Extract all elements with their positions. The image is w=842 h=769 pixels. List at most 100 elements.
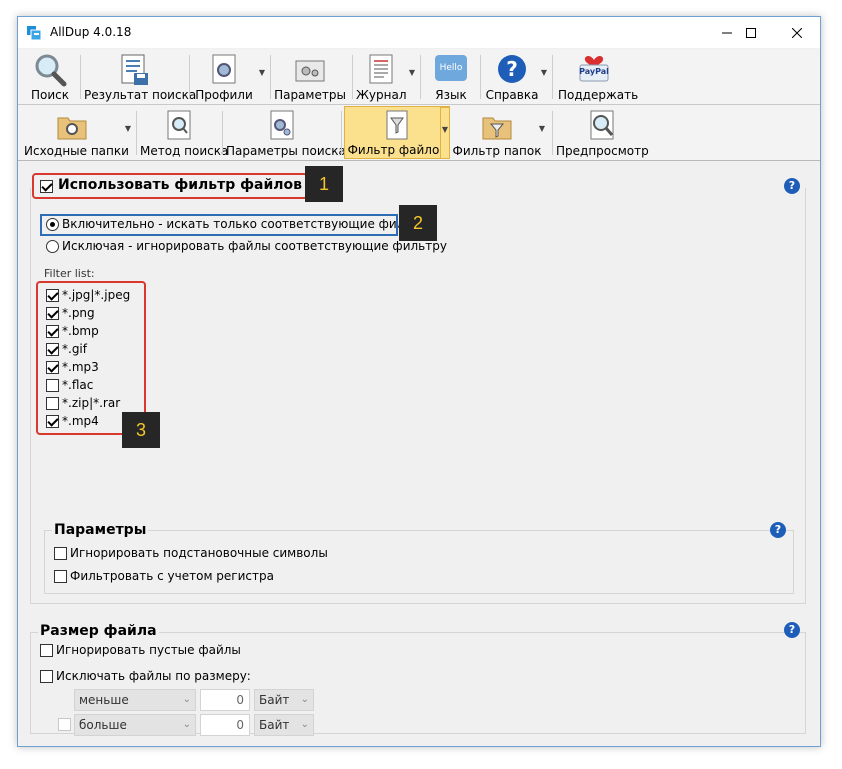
source-folders-dropdown-arrow-icon[interactable]: ▼: [124, 125, 132, 133]
hello-bubble-icon: Hello: [435, 55, 467, 81]
profiles-label: Профили: [195, 88, 253, 102]
params-group: [44, 530, 794, 594]
support-button[interactable]: PayPal Поддержать: [558, 51, 639, 103]
size-unit-value: Байт: [259, 693, 290, 707]
size-operator-value: больше: [79, 718, 127, 732]
search-params-label: Параметры поиска: [226, 144, 346, 158]
preview-magnifier-icon: [590, 110, 614, 140]
source-folders-button[interactable]: Исходные папки: [24, 107, 129, 159]
size-operator-value: меньше: [79, 693, 129, 707]
help-dropdown-arrow-icon[interactable]: ▼: [540, 69, 548, 77]
size-value-input-1[interactable]: 0: [200, 689, 250, 711]
ignore-empty-label: Игнорировать пустые файлы: [56, 643, 241, 657]
exclusive-radio[interactable]: [46, 240, 59, 253]
help-question-icon: ?: [498, 55, 526, 83]
case-sensitive-checkbox[interactable]: [54, 570, 67, 583]
close-icon: [792, 27, 802, 38]
search-method-button[interactable]: Метод поиска: [140, 107, 229, 159]
size-row2-checkbox[interactable]: [58, 718, 71, 731]
maximize-button[interactable]: [728, 17, 774, 48]
profiles-button[interactable]: Профили: [194, 51, 254, 103]
toolbar-separator: [222, 111, 223, 155]
toolbar-separator: [136, 111, 137, 155]
size-unit-select-2[interactable]: Байт ⌄: [254, 714, 314, 736]
ignore-wildcards-checkbox[interactable]: [54, 547, 67, 560]
preview-button[interactable]: Предпросмотр: [556, 107, 649, 159]
language-button[interactable]: Hello Язык: [426, 51, 476, 103]
toolbar-separator: [480, 55, 481, 99]
title-bar: AllDup 4.0.18: [18, 17, 820, 48]
settings-label: Параметры: [274, 88, 346, 102]
main-toolbar: Поиск Результат поиска Профили ▼ Парамет…: [18, 49, 820, 105]
document-save-icon: [121, 54, 148, 85]
exclude-by-size-checkbox[interactable]: [40, 670, 53, 683]
search-method-label: Метод поиска: [140, 144, 229, 158]
search-button[interactable]: Поиск: [26, 51, 74, 103]
settings-button[interactable]: Параметры: [274, 51, 346, 103]
folder-filter-button[interactable]: Фильтр папок: [452, 107, 542, 159]
folder-funnel-icon: [482, 117, 512, 140]
annotation-badge-3: 3: [122, 412, 160, 448]
ignore-empty-checkbox[interactable]: [40, 644, 53, 657]
window-title: AllDup 4.0.18: [50, 25, 132, 39]
results-label: Результат поиска: [84, 88, 197, 102]
exclude-by-size-label: Исключать файлы по размеру:: [56, 669, 251, 683]
help-button[interactable]: ? Справка: [484, 51, 540, 103]
file-filter-panel: Использовать фильтр файлов 1 ? Включител…: [18, 162, 820, 746]
help-question-icon[interactable]: ?: [784, 622, 800, 638]
page-gears-icon: [270, 110, 294, 140]
svg-text:?: ?: [506, 57, 518, 81]
exclusive-label: Исключая - игнорировать файлы соответств…: [62, 239, 447, 253]
chevron-down-icon: ⌄: [300, 694, 309, 705]
file-filter-dropdown-arrow-icon[interactable]: ▼: [440, 107, 450, 159]
source-folders-label: Исходные папки: [24, 144, 129, 158]
support-label: Поддержать: [558, 88, 639, 102]
file-filter-tab[interactable]: Фильтр файлов: [344, 106, 450, 159]
help-question-icon[interactable]: ?: [770, 522, 786, 538]
language-label: Язык: [435, 88, 467, 102]
folder-filter-dropdown-arrow-icon[interactable]: ▼: [538, 125, 546, 133]
toolbar-separator: [341, 111, 342, 155]
log-document-icon: [369, 54, 393, 84]
page-magnifier-icon: [167, 110, 191, 140]
ignore-wildcards-label: Игнорировать подстановочные символы: [70, 546, 328, 560]
size-operator-select-1[interactable]: меньше ⌄: [74, 689, 196, 711]
folder-filter-label: Фильтр папок: [452, 144, 542, 158]
help-question-icon[interactable]: ?: [784, 178, 800, 194]
close-button[interactable]: [774, 17, 820, 48]
app-logo-icon: [26, 25, 42, 41]
toolbar-separator: [552, 55, 553, 99]
annotation-badge-2: 2: [399, 205, 437, 241]
maximize-icon: [746, 27, 756, 38]
file-size-title: Размер файла: [38, 623, 159, 639]
toolbar-separator: [552, 111, 553, 155]
case-sensitive-label: Фильтровать с учетом регистра: [70, 569, 274, 583]
preview-label: Предпросмотр: [556, 144, 649, 158]
filter-list-label: Filter list:: [44, 267, 95, 280]
params-title: Параметры: [52, 522, 149, 538]
size-value-input-2[interactable]: 0: [200, 714, 250, 736]
toolbar-separator: [420, 55, 421, 99]
chevron-down-icon: ⌄: [300, 719, 309, 730]
log-button[interactable]: Журнал: [356, 51, 407, 103]
settings-gears-icon: [295, 60, 325, 82]
toolbar-separator: [352, 55, 353, 99]
results-button[interactable]: Результат поиска: [84, 51, 197, 103]
log-dropdown-arrow-icon[interactable]: ▼: [408, 69, 416, 77]
toolbar-separator: [270, 55, 271, 99]
profiles-dropdown-arrow-icon[interactable]: ▼: [258, 69, 266, 77]
help-label: Справка: [485, 88, 539, 102]
toolbar-separator: [189, 55, 190, 99]
toolbar-separator: [80, 55, 81, 99]
size-unit-value: Байт: [259, 718, 290, 732]
size-unit-select-1[interactable]: Байт ⌄: [254, 689, 314, 711]
paypal-heart-icon: PayPal: [578, 53, 610, 83]
size-operator-select-2[interactable]: больше ⌄: [74, 714, 196, 736]
log-label: Журнал: [356, 88, 407, 102]
chevron-down-icon: ⌄: [182, 719, 191, 730]
folder-search-icon: [57, 117, 87, 140]
chevron-down-icon: ⌄: [182, 694, 191, 705]
highlight-frame-1: [32, 173, 308, 199]
search-params-button[interactable]: Параметры поиска: [226, 107, 346, 159]
file-funnel-icon: [386, 110, 408, 140]
